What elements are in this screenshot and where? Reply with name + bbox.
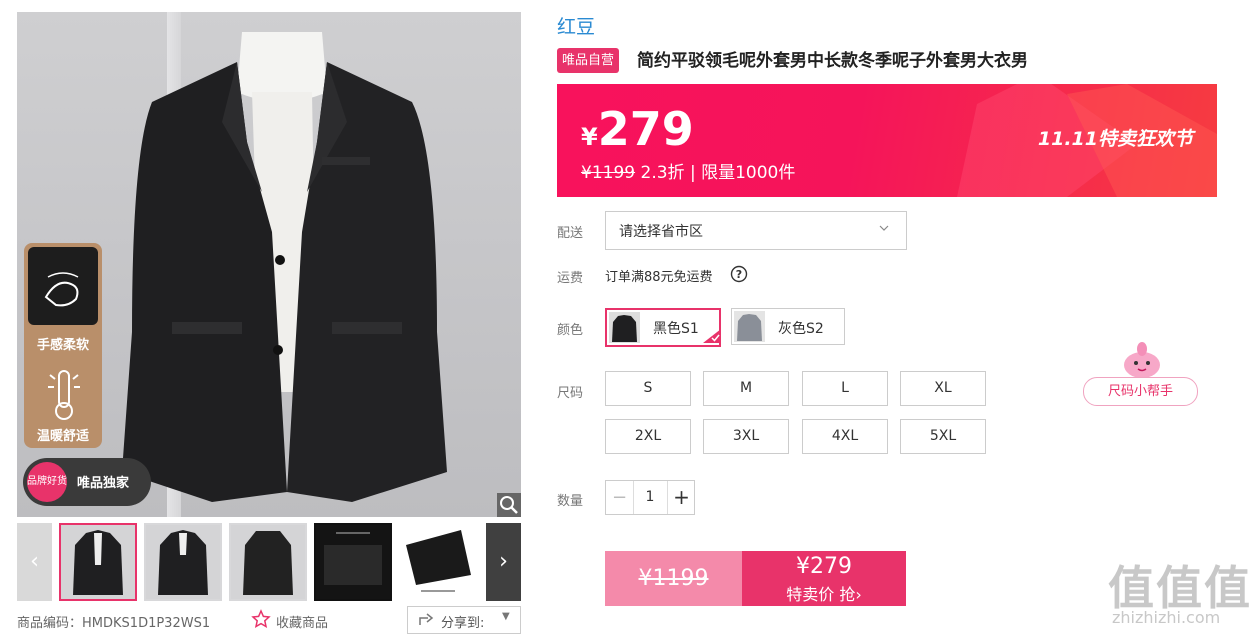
current-price: ¥279 [581,102,694,156]
meta-row: 商品编码：HMDKS1D1P32WS1 收藏商品 分享到: ▼ [17,606,521,635]
thumbnail[interactable] [144,523,222,601]
soft-touch-icon [28,247,98,325]
price-banner: ¥279 ¥1199 2.3折 | 限量1000件 11.11特卖狂欢节 [557,84,1217,197]
thumb-prev-button[interactable]: ‹ [17,523,52,601]
share-button[interactable]: 分享到: ▼ [407,606,521,634]
size-option-2xl[interactable]: 2XL [605,419,691,454]
color-swatch-black [609,312,640,347]
color-option-label: 灰色S2 [778,321,824,337]
thumbnail[interactable] [229,523,307,601]
chevron-right-icon: › [855,585,862,604]
brand-exclusive-badge: 品牌好货 唯品独家 [23,458,151,506]
thumbnail[interactable] [59,523,137,601]
size-option-l[interactable]: L [802,371,888,406]
product-code: HMDKS1D1P32WS1 [82,616,211,631]
zoom-icon[interactable] [497,493,521,517]
svg-text:?: ? [736,268,742,281]
quantity-input[interactable]: 1 [634,481,666,514]
discount: 2.3折 [640,163,685,183]
color-option-gray[interactable]: 灰色S2 [731,308,845,345]
size-helper[interactable]: 尺码小帮手 [1083,341,1198,406]
price-amount: 279 [597,102,694,156]
brand-link[interactable]: 红豆 [557,12,595,39]
quantity-label: 数量 [557,494,584,509]
currency-symbol: ¥ [581,123,598,151]
selected-check-icon [703,329,721,347]
brand-exclusive-label: 唯品独家 [77,476,130,491]
favorite-link[interactable]: 收藏商品 [276,612,328,631]
size-option-5xl[interactable]: 5XL [900,419,986,454]
color-option-label: 黑色S1 [653,321,699,337]
color-option-black[interactable]: 黑色S1 [605,308,721,347]
mascot-icon [1124,342,1160,378]
color-swatch-gray [734,311,765,346]
size-option-s[interactable]: S [605,371,691,406]
buy-now-area: ¥279 特卖价 抢› [742,551,906,606]
help-icon[interactable]: ? [730,265,748,287]
thumb-next-button[interactable]: › [486,523,521,601]
feature-label-soft: 手感柔软 [36,338,89,353]
original-price: ¥1199 [581,163,636,183]
promo-label: 11.11特卖狂欢节 [1037,128,1193,150]
quantity-limit: 限量1000件 [701,163,796,183]
size-option-xl[interactable]: XL [900,371,986,406]
star-icon[interactable] [251,609,271,633]
brand-circle: 品牌好货 [27,462,67,502]
shipping-label: 运费 [557,271,584,286]
buy-original-price: ¥1199 [605,551,742,606]
region-select[interactable]: 请选择省市区 [605,211,907,250]
thumbnail-strip: ‹ › [17,523,521,601]
region-select-value: 请选择省市区 [619,224,703,240]
product-title: 简约平驳领毛呢外套男中长款冬季呢子外套男大衣男 [637,51,1028,71]
feature-panel: 手感柔软 温暖舒适 [24,243,102,448]
delivery-label: 配送 [557,226,584,241]
watermark-url: zhizhizhi.com [1112,608,1221,627]
thumbnail[interactable] [399,523,477,601]
share-label: 分享到: [441,616,485,631]
share-icon [418,611,434,631]
size-option-3xl[interactable]: 3XL [703,419,789,454]
size-option-4xl[interactable]: 4XL [802,419,888,454]
size-label: 尺码 [557,386,584,401]
buy-price: ¥279 [796,554,852,579]
thermometer-icon [44,367,84,427]
color-label: 颜色 [557,323,584,338]
buy-button[interactable]: ¥1199 ¥279 特卖价 抢› [605,551,906,606]
coat-illustration [122,32,447,502]
feature-label-warm: 温暖舒适 [36,429,89,444]
size-option-m[interactable]: M [703,371,789,406]
product-code-label: 商品编码： [17,616,83,631]
quantity-stepper: − 1 + [605,480,695,515]
buy-action-label: 特卖价 抢 [786,585,856,604]
size-helper-label: 尺码小帮手 [1083,377,1198,406]
shipping-text: 订单满88元免运费 [605,270,713,285]
quantity-minus-button[interactable]: − [606,481,634,514]
chevron-down-icon: ▼ [502,611,510,622]
self-operated-tag: 唯品自营 [557,48,620,73]
price-subline: ¥1199 2.3折 | 限量1000件 [581,158,795,183]
price-separator: | [689,163,696,183]
main-product-image[interactable]: 手感柔软 温暖舒适 品牌好货 唯品独家 [17,12,521,517]
quantity-plus-button[interactable]: + [667,481,695,514]
chevron-down-icon [878,222,890,238]
thumbnail[interactable] [314,523,392,601]
buy-action: 特卖价 抢› [742,581,906,605]
